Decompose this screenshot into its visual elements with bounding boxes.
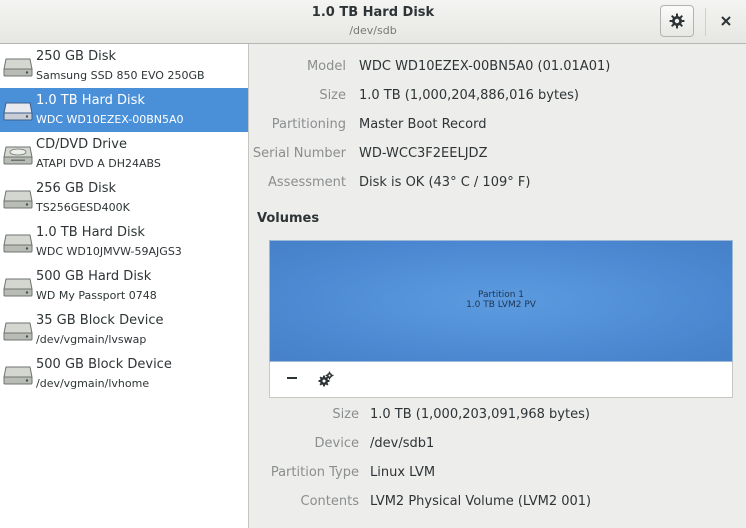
partitioning-label: Partitioning (271, 117, 346, 132)
model-label: Model (306, 59, 346, 74)
drive-options-button[interactable] (660, 5, 694, 37)
device-item[interactable]: 1.0 TB Hard Disk WDC WD10JMVW-59AJGS3 (0, 220, 248, 264)
partition-type-value: Linux LVM (370, 465, 436, 480)
size-label: Size (319, 88, 346, 103)
device-description: TS256GESD400K (36, 201, 130, 214)
partition-size-value: 1.0 TB (1,000,203,091,968 bytes) (370, 407, 590, 422)
partition-detail: 1.0 TB LVM2 PV (466, 300, 536, 310)
device-name: 1.0 TB Hard Disk (36, 93, 145, 108)
minus-icon (287, 377, 297, 379)
partition-size-label: Size (332, 407, 359, 422)
device-name: 250 GB Disk (36, 49, 116, 64)
assessment-value: Disk is OK (43° C / 109° F) (359, 175, 531, 190)
harddisk-icon (3, 102, 33, 121)
harddisk-icon (3, 190, 33, 209)
device-name: 256 GB Disk (36, 181, 116, 196)
device-description: WD My Passport 0748 (36, 289, 157, 302)
harddisk-icon (3, 322, 33, 341)
device-description: ATAPI DVD A DH24ABS (36, 157, 161, 170)
device-item[interactable]: 500 GB Block Device /dev/vgmain/lvhome (0, 352, 248, 396)
optical-drive-icon (3, 146, 33, 165)
partitioning-value: Master Boot Record (359, 117, 487, 132)
close-button[interactable] (712, 7, 740, 35)
drive-details: Model WDC WD10EZEX-00BN5A0 (01.01A01) Si… (249, 44, 746, 528)
model-value: WDC WD10EZEX-00BN5A0 (01.01A01) (359, 59, 611, 74)
gears-icon (318, 371, 334, 387)
device-description: /dev/vgmain/lvswap (36, 333, 147, 346)
harddisk-icon (3, 58, 33, 77)
device-item[interactable]: 35 GB Block Device /dev/vgmain/lvswap (0, 308, 248, 352)
device-name: 500 GB Hard Disk (36, 269, 152, 284)
device-list: 250 GB Disk Samsung SSD 850 EVO 250GB 1.… (0, 44, 249, 528)
harddisk-icon (3, 278, 33, 297)
header-bar: 1.0 TB Hard Disk /dev/sdb (0, 0, 746, 44)
partition-options-button[interactable] (316, 369, 336, 389)
serial-number-label: Serial Number (252, 146, 346, 161)
gear-icon (669, 13, 685, 29)
window-subtitle: /dev/sdb (349, 24, 397, 37)
window-title: 1.0 TB Hard Disk (311, 5, 435, 20)
device-name: 500 GB Block Device (36, 357, 172, 372)
harddisk-icon (3, 234, 33, 253)
delete-partition-button[interactable] (282, 368, 302, 388)
device-item[interactable]: 250 GB Disk Samsung SSD 850 EVO 250GB (0, 44, 248, 88)
device-description: WDC WD10JMVW-59AJGS3 (36, 245, 182, 258)
device-item[interactable]: 500 GB Hard Disk WD My Passport 0748 (0, 264, 248, 308)
harddisk-icon (3, 366, 33, 385)
device-name: CD/DVD Drive (36, 137, 127, 152)
header-separator (705, 8, 706, 36)
partition-type-label: Partition Type (270, 465, 359, 480)
device-item[interactable]: 256 GB Disk TS256GESD400K (0, 176, 248, 220)
device-name: 35 GB Block Device (36, 313, 164, 328)
device-description: WDC WD10EZEX-00BN5A0 (36, 113, 184, 126)
close-icon (721, 16, 731, 26)
device-description: Samsung SSD 850 EVO 250GB (36, 69, 205, 82)
device-name: 1.0 TB Hard Disk (36, 225, 145, 240)
device-item-selected[interactable]: 1.0 TB Hard Disk WDC WD10EZEX-00BN5A0 (0, 88, 248, 132)
device-item[interactable]: CD/DVD Drive ATAPI DVD A DH24ABS (0, 132, 248, 176)
partition-name: Partition 1 (477, 290, 525, 300)
volumes-heading: Volumes (257, 211, 320, 226)
device-value: /dev/sdb1 (370, 436, 435, 451)
partition-1-block[interactable]: Partition 1 1.0 TB LVM2 PV (269, 240, 733, 362)
volume-toolbar (269, 362, 733, 398)
device-description: /dev/vgmain/lvhome (36, 377, 150, 390)
contents-label: Contents (300, 494, 359, 509)
serial-number-value: WD-WCC3F2EELJDZ (359, 146, 488, 161)
size-value: 1.0 TB (1,000,204,886,016 bytes) (359, 88, 579, 103)
device-label: Device (314, 436, 359, 451)
contents-value: LVM2 Physical Volume (LVM2 001) (370, 494, 592, 509)
assessment-label: Assessment (268, 175, 346, 190)
